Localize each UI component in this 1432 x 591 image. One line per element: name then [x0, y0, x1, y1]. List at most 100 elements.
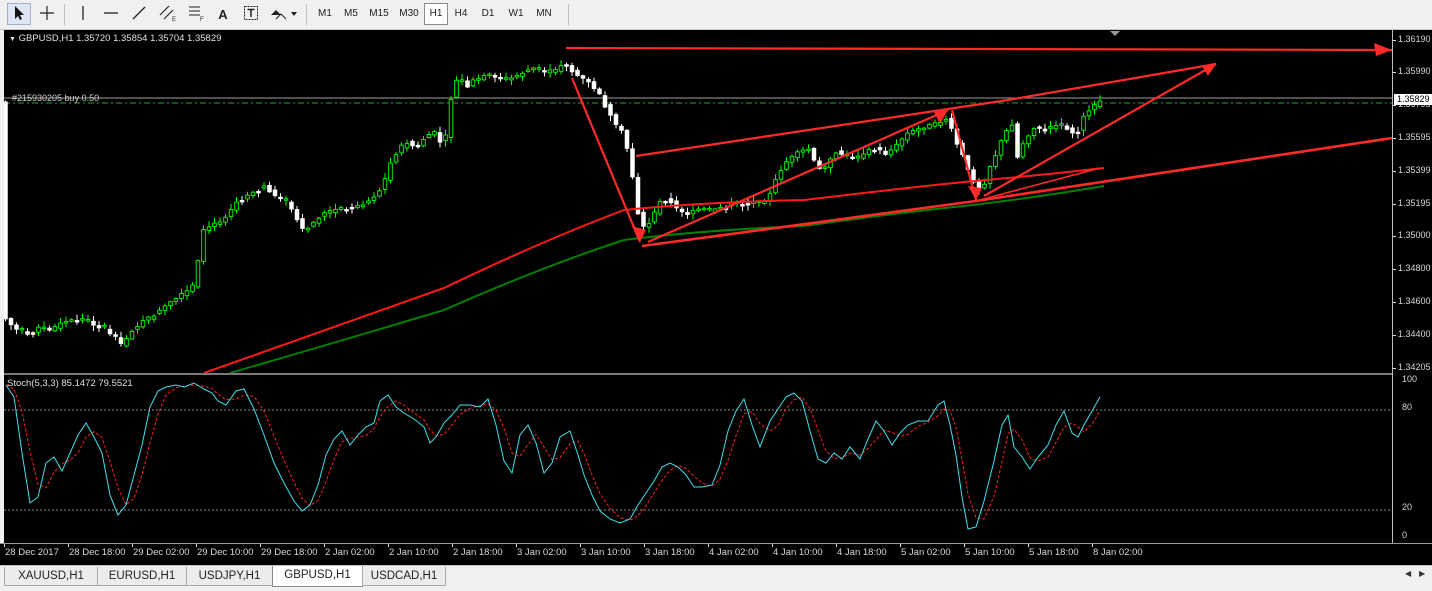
candle-body [410, 140, 415, 147]
trendline-tool-button[interactable] [128, 3, 150, 25]
candle-body [393, 154, 399, 163]
timeframe-h1-button[interactable]: H1 [424, 3, 448, 25]
candle-body [382, 178, 388, 190]
price-tick [1393, 171, 1396, 172]
trendline-icon [131, 5, 147, 24]
candle-body [289, 201, 294, 210]
candle-body [195, 260, 201, 288]
candle-body [998, 140, 1004, 156]
candle-body [1092, 104, 1097, 111]
stochastic-level-label: 80 [1402, 402, 1413, 412]
price-tick [1393, 105, 1396, 106]
timeframe-m5-button[interactable]: M5 [338, 3, 364, 25]
candle-body [113, 334, 118, 337]
candle-body [558, 65, 564, 72]
chart-tab-gbpusd[interactable]: GBPUSD,H1 [272, 566, 363, 587]
candle-body [745, 203, 751, 206]
price-label: 1.35195 [1398, 198, 1431, 208]
tab-scroll-left-icon[interactable]: ◀ [1405, 569, 1411, 578]
candle-body [740, 204, 745, 207]
timeframe-mn-button[interactable]: MN [530, 3, 558, 25]
candle-body [542, 70, 547, 73]
chart-tab-bar: XAUUSD,H1 EURUSD,H1 USDJPY,H1 GBPUSD,H1 USDC… [0, 565, 1432, 591]
candle-body [217, 221, 223, 225]
candle-body [916, 128, 921, 132]
price-label: 1.34600 [1398, 296, 1431, 306]
candle-body [52, 326, 58, 332]
timeframe-h4-button[interactable]: H4 [448, 3, 474, 25]
candle-body [201, 228, 206, 262]
equidistant-channel-tool-button[interactable]: E [156, 3, 180, 25]
time-axis[interactable]: 28 Dec 2017 28 Dec 18:00 29 Dec 02:00 29 De… [0, 543, 1432, 565]
price-chart-canvas [4, 31, 1392, 373]
candle-body [360, 204, 366, 208]
candle-body [822, 166, 828, 169]
candle-body [520, 72, 525, 77]
timeframe-m15-button[interactable]: M15 [364, 3, 394, 25]
candle-body [850, 156, 855, 160]
candle-body [162, 305, 168, 311]
price-chart[interactable]: ▼ GBPUSD,H1 1.35720 1.35854 1.35704 1.35… [4, 30, 1392, 373]
chart-tab-eurusd[interactable]: EURUSD,H1 [97, 567, 187, 586]
chart-tab-xauusd[interactable]: XAUUSD,H1 [4, 567, 98, 586]
crosshair-tool-button[interactable] [35, 3, 59, 25]
candle-body [861, 153, 866, 159]
candle-body [459, 79, 465, 82]
candle-body [591, 81, 597, 90]
text-tool-button[interactable]: A [212, 3, 234, 25]
candle-body [140, 320, 146, 328]
candle-body [949, 117, 954, 129]
price-label: 1.35399 [1398, 165, 1431, 175]
candle-body [943, 118, 949, 122]
candle-body [883, 150, 888, 155]
timeframe-w1-button[interactable]: W1 [502, 3, 530, 25]
price-axis[interactable]: 1.361901.359901.357951.355951.353991.351… [1392, 30, 1432, 543]
cursor-tool-button[interactable] [7, 3, 31, 25]
candle-body [36, 326, 41, 333]
candle-body [866, 148, 872, 155]
candle-body [674, 200, 679, 209]
chart-tab-usdcad[interactable]: USDCAD,H1 [362, 567, 446, 586]
candle-body [641, 211, 646, 227]
timeframe-d1-button[interactable]: D1 [474, 3, 502, 25]
toolbar-separator [568, 4, 569, 25]
drawing-up-arrow-line [647, 108, 949, 244]
candle-body [514, 75, 520, 78]
timeframe-m1-button[interactable]: M1 [312, 3, 338, 25]
fibonacci-tool-button[interactable]: F [184, 3, 208, 25]
price-tick [1393, 335, 1396, 336]
time-label: 5 Jan 02:00 [901, 547, 951, 558]
stochastic-signal-line [5, 384, 1101, 521]
stochastic-header: Stoch(5,3,3) 85.1472 79.5521 [7, 378, 133, 389]
tab-scroll-right-icon[interactable]: ▶ [1419, 569, 1425, 578]
vertical-line-tool-button[interactable] [72, 3, 94, 25]
candle-body [652, 211, 657, 223]
arrows-tool-button[interactable] [266, 3, 300, 25]
channel-icon: E [159, 4, 177, 25]
moving-average-slow-line [229, 185, 1105, 373]
candle-body [14, 324, 19, 330]
stochastic-panel[interactable]: Stoch(5,3,3) 85.1472 79.5521 [4, 373, 1392, 543]
time-label: 8 Jan 02:00 [1093, 547, 1143, 558]
toolbar-separator [306, 4, 307, 25]
candle-body [987, 166, 993, 184]
candle-body [454, 79, 459, 98]
time-label: 3 Jan 02:00 [517, 547, 567, 558]
text-label-tool-button[interactable] [240, 3, 262, 25]
candle-body [80, 318, 85, 321]
candle-body [234, 201, 239, 211]
candle-body [1009, 124, 1015, 132]
candle-body [63, 321, 69, 324]
timeframe-m30-button[interactable]: M30 [394, 3, 424, 25]
candle-body [784, 161, 789, 170]
horizontal-line-tool-button[interactable] [100, 3, 122, 25]
candle-body [767, 192, 773, 201]
candle-body [124, 337, 129, 347]
candle-body [69, 319, 74, 322]
candle-body [25, 331, 30, 335]
candle-body [624, 129, 630, 149]
candle-body [173, 298, 179, 303]
chart-menu-icon[interactable]: ▼ [9, 36, 16, 43]
chart-tab-usdjpy[interactable]: USDJPY,H1 [186, 567, 273, 586]
candle-body [272, 189, 278, 196]
